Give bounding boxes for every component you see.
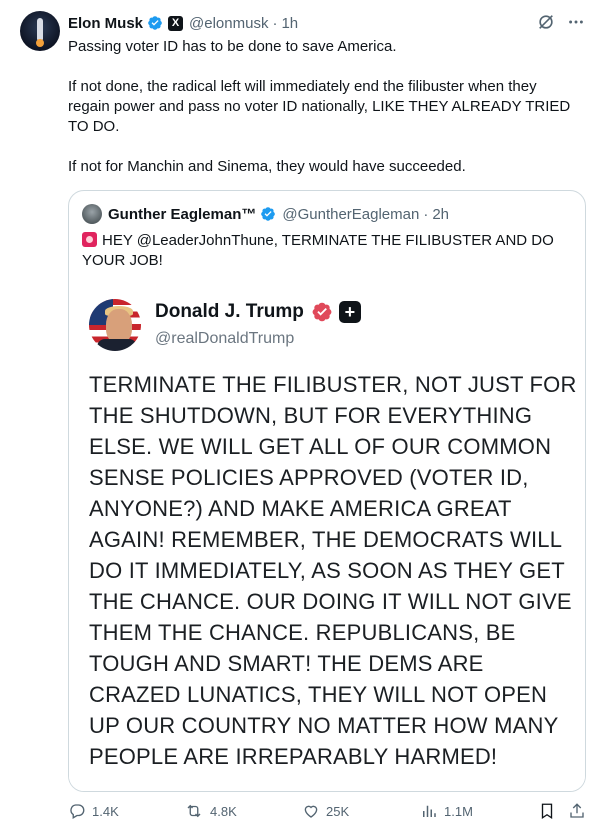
truth-verified-badge-icon <box>312 302 332 322</box>
truth-plus-icon: + <box>338 301 361 323</box>
quoted-author-name: Gunther Eagleman™ <box>108 205 257 223</box>
views-icon <box>423 805 436 817</box>
truth-name-row: Donald J. Trump + <box>155 301 361 323</box>
quoted-author-handle: @GuntherEagleman <box>282 205 420 223</box>
repost-icon <box>187 804 201 818</box>
quoted-tweet-header: Gunther Eagleman™ @GuntherEagleman · 2h <box>82 204 449 224</box>
reply-button[interactable]: 1.4K <box>68 802 119 820</box>
separator-dot: · <box>423 205 429 223</box>
quoted-author-avatar <box>82 204 102 224</box>
heart-icon <box>304 805 318 818</box>
view-count: 1.1M <box>444 803 473 819</box>
rocket-graphic <box>37 18 43 40</box>
tweet-text: Passing voter ID has to be done to save … <box>68 37 578 177</box>
truth-author-name: Donald J. Trump <box>155 301 304 322</box>
share-icon <box>570 803 584 818</box>
avatar-suit <box>97 339 137 351</box>
quoted-tweet-text: HEY @LeaderJohnThune, TERMINATE THE FILI… <box>82 231 572 271</box>
tweet-paragraph: Passing voter ID has to be done to save … <box>68 38 397 55</box>
share-button[interactable] <box>568 802 592 820</box>
quoted-timestamp: 2h <box>432 205 450 223</box>
bookmark-icon <box>541 803 553 820</box>
reply-count: 1.4K <box>92 803 119 819</box>
tweet-paragraph: If not done, the radical left will immed… <box>68 78 571 135</box>
avatar-face <box>106 309 132 343</box>
quoted-image[interactable]: Donald J. Trump + @realDonaldTrump TERMI… <box>69 281 585 791</box>
x-logo-icon: X <box>168 15 184 31</box>
rocket-flame <box>36 39 44 47</box>
siren-emoji-icon <box>82 232 97 247</box>
like-button[interactable]: 25K <box>302 802 349 820</box>
truth-author-avatar <box>89 299 141 351</box>
tweet-header: Elon Musk X @elonmusk · 1h <box>68 13 298 33</box>
author-handle[interactable]: @elonmusk <box>189 15 268 32</box>
reply-icon <box>70 804 85 819</box>
separator-dot: · <box>272 14 278 32</box>
repost-button[interactable]: 4.8K <box>184 802 237 820</box>
truth-post-text: TERMINATE THE FILIBUSTER, NOT JUST FOR T… <box>89 372 577 769</box>
repost-count: 4.8K <box>210 803 237 819</box>
quoted-tweet[interactable]: Gunther Eagleman™ @GuntherEagleman · 2h … <box>68 190 586 792</box>
verified-badge-icon <box>148 16 162 30</box>
bookmark-button[interactable] <box>538 802 562 820</box>
tweet-paragraph: If not for Manchin and Sinema, they woul… <box>68 158 466 175</box>
tweet-top-actions <box>537 13 585 31</box>
tweet-action-bar: 1.4K 4.8K 25K 1.1M <box>68 802 588 826</box>
author-name[interactable]: Elon Musk <box>68 15 143 32</box>
verified-badge-icon <box>261 207 276 221</box>
more-icon[interactable] <box>567 13 585 31</box>
truth-author-handle: @realDonaldTrump <box>155 330 295 347</box>
author-avatar[interactable] <box>20 11 60 51</box>
timestamp[interactable]: 1h <box>281 15 298 32</box>
like-count: 25K <box>326 803 350 819</box>
quoted-text: HEY @LeaderJohnThune, TERMINATE THE FILI… <box>82 232 554 269</box>
views-button[interactable]: 1.1M <box>420 802 473 820</box>
grok-icon[interactable] <box>537 13 555 31</box>
